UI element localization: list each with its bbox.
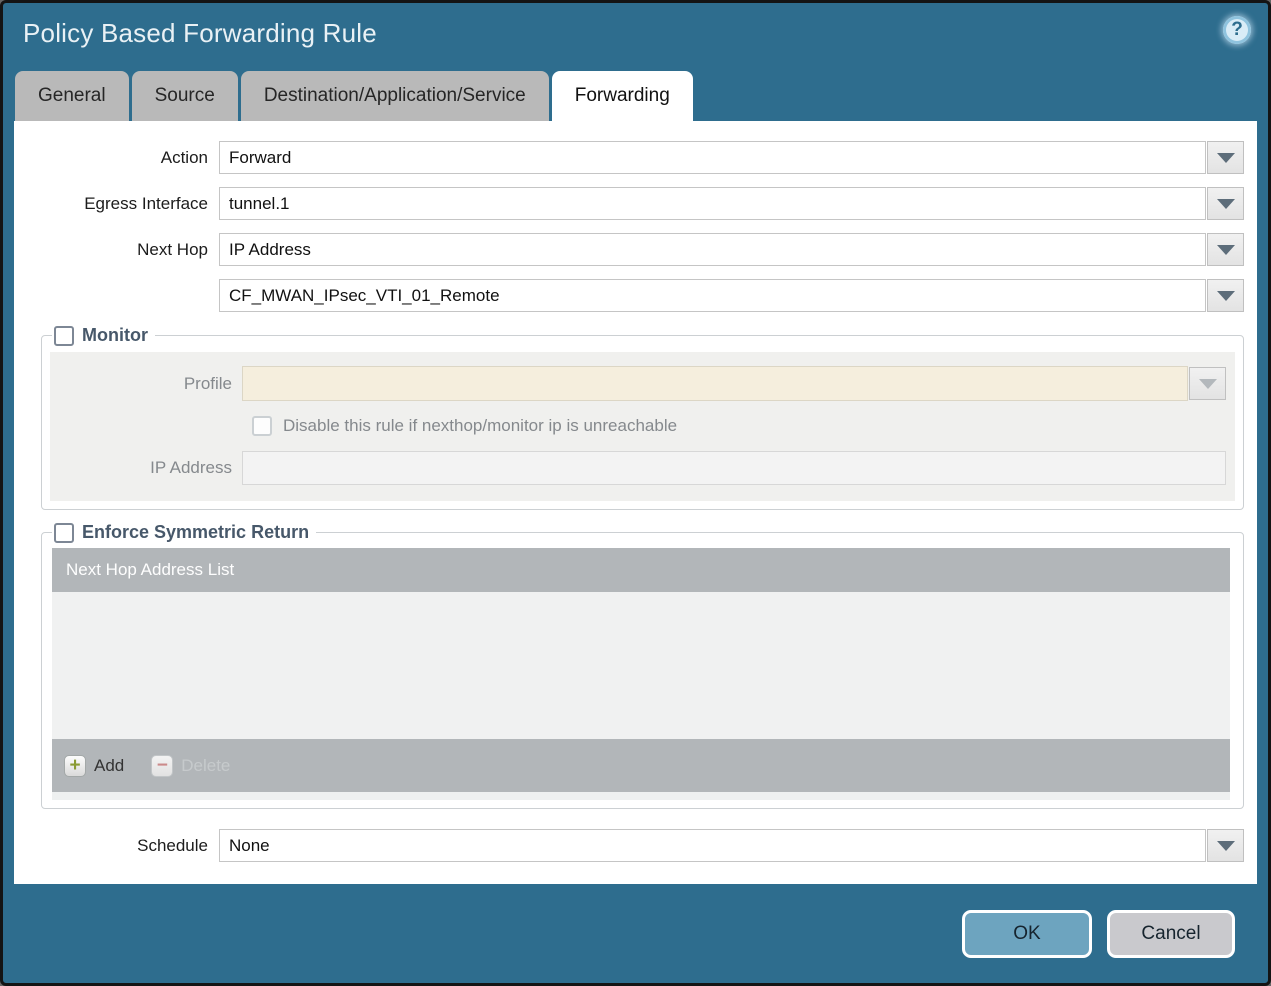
next-hop-row: Next Hop bbox=[14, 233, 1244, 266]
table-scroll-strip bbox=[52, 792, 1230, 800]
cancel-button-label: Cancel bbox=[1141, 923, 1201, 944]
help-glyph: ? bbox=[1231, 19, 1243, 40]
tab-label: Forwarding bbox=[574, 85, 670, 106]
action-input[interactable] bbox=[219, 141, 1206, 174]
chevron-down-icon bbox=[1198, 378, 1217, 389]
tab-general[interactable]: General bbox=[15, 71, 129, 121]
help-icon[interactable]: ? bbox=[1223, 16, 1251, 44]
next-hop-dropdown-button[interactable] bbox=[1207, 233, 1244, 266]
egress-interface-dropdown-button[interactable] bbox=[1207, 187, 1244, 220]
dialog-titlebar: Policy Based Forwarding Rule ? bbox=[3, 3, 1268, 65]
ok-button[interactable]: OK bbox=[962, 910, 1092, 958]
next-hop-address-dropdown-button[interactable] bbox=[1207, 279, 1244, 312]
chevron-down-icon bbox=[1216, 152, 1235, 163]
tab-source[interactable]: Source bbox=[131, 71, 238, 121]
action-label: Action bbox=[160, 147, 208, 167]
table-body-empty[interactable] bbox=[52, 592, 1230, 739]
monitor-legend: Monitor bbox=[52, 325, 155, 346]
monitor-ip-address-input bbox=[242, 451, 1226, 485]
forwarding-tab-panel: Action Egress Interface Next Hop bbox=[14, 121, 1257, 884]
plus-icon: + bbox=[64, 754, 86, 777]
tab-label: Destination/Application/Service bbox=[263, 85, 526, 106]
chevron-down-icon bbox=[1216, 840, 1235, 851]
monitor-disabled-panel: Profile Disable this rule if nexthop/mon… bbox=[50, 352, 1235, 501]
disable-rule-row: Disable this rule if nexthop/monitor ip … bbox=[252, 416, 1226, 436]
tab-label: Source bbox=[154, 85, 215, 106]
monitor-legend-label: Monitor bbox=[82, 325, 148, 345]
tab-label: General bbox=[38, 85, 106, 106]
minus-icon: − bbox=[151, 754, 174, 777]
next-hop-address-row bbox=[14, 279, 1244, 312]
egress-interface-input[interactable] bbox=[219, 187, 1206, 220]
table-footer: + Add − Delete bbox=[52, 739, 1230, 792]
disable-rule-checkbox bbox=[252, 416, 272, 436]
profile-row: Profile bbox=[50, 366, 1226, 401]
schedule-label: Schedule bbox=[137, 835, 208, 855]
action-row: Action bbox=[14, 141, 1244, 174]
egress-interface-label: Egress Interface bbox=[84, 193, 208, 213]
next-hop-type-input[interactable] bbox=[219, 233, 1206, 266]
add-button-label: Add bbox=[94, 755, 125, 775]
next-hop-address-list-table: Next Hop Address List + Add − Delete bbox=[52, 548, 1230, 800]
chevron-down-icon bbox=[1216, 290, 1235, 301]
enforce-symmetric-return-checkbox[interactable] bbox=[54, 522, 74, 543]
chevron-down-icon bbox=[1216, 198, 1235, 209]
tab-bar: General Source Destination/Application/S… bbox=[15, 71, 1268, 121]
monitor-ip-address-label: IP Address bbox=[150, 458, 232, 477]
schedule-input[interactable] bbox=[219, 829, 1206, 862]
dialog-title: Policy Based Forwarding Rule bbox=[23, 18, 377, 48]
symmetric-return-section: Enforce Symmetric Return Next Hop Addres… bbox=[41, 522, 1244, 809]
schedule-row: Schedule bbox=[14, 829, 1244, 862]
action-dropdown-button[interactable] bbox=[1207, 141, 1244, 174]
profile-input bbox=[242, 366, 1188, 401]
next-hop-address-input[interactable] bbox=[219, 279, 1206, 312]
ok-button-label: OK bbox=[1013, 923, 1041, 944]
add-button[interactable]: + Add bbox=[64, 754, 125, 777]
monitor-checkbox[interactable] bbox=[54, 325, 74, 346]
tab-destination-application-service[interactable]: Destination/Application/Service bbox=[240, 71, 549, 121]
symmetric-return-legend-label: Enforce Symmetric Return bbox=[82, 522, 310, 542]
delete-button: − Delete bbox=[151, 754, 231, 777]
tab-forwarding[interactable]: Forwarding bbox=[551, 71, 693, 121]
monitor-ip-address-row: IP Address bbox=[50, 451, 1226, 485]
cancel-button[interactable]: Cancel bbox=[1107, 910, 1235, 958]
policy-based-forwarding-rule-dialog: Policy Based Forwarding Rule ? General S… bbox=[0, 0, 1271, 986]
profile-label: Profile bbox=[183, 373, 232, 393]
delete-button-label: Delete bbox=[181, 755, 231, 775]
symmetric-return-legend: Enforce Symmetric Return bbox=[52, 522, 316, 543]
schedule-dropdown-button[interactable] bbox=[1207, 829, 1244, 862]
table-header: Next Hop Address List bbox=[52, 548, 1230, 592]
profile-dropdown-button bbox=[1189, 367, 1226, 400]
monitor-section: Monitor Profile Disable this rule if nex… bbox=[41, 325, 1244, 510]
disable-rule-label: Disable this rule if nexthop/monitor ip … bbox=[283, 416, 678, 435]
next-hop-label: Next Hop bbox=[137, 239, 208, 259]
chevron-down-icon bbox=[1216, 244, 1235, 255]
egress-interface-row: Egress Interface bbox=[14, 187, 1244, 220]
table-header-label: Next Hop Address List bbox=[66, 560, 235, 579]
